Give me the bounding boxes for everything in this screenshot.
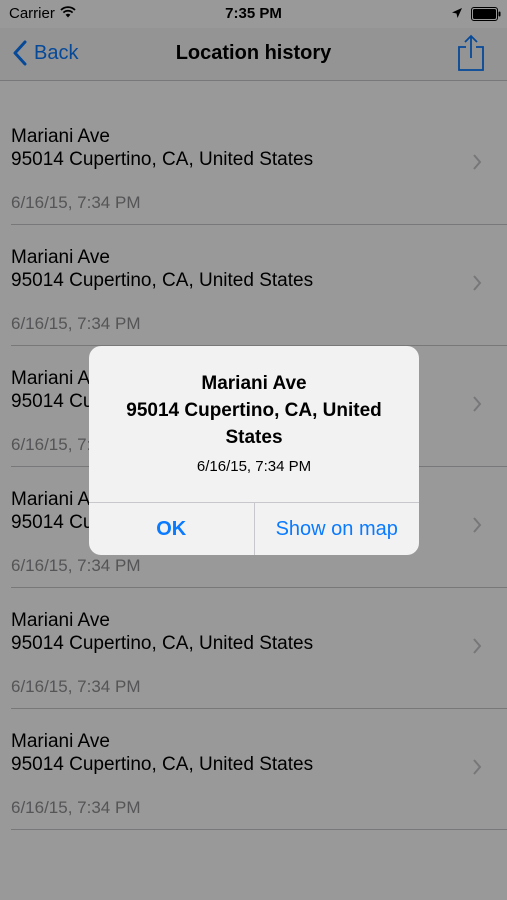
alert-title: Mariani Ave 95014 Cupertino, CA, United … (107, 370, 401, 451)
screen: Carrier 7:35 PM Back Location history Ma… (0, 0, 507, 900)
alert-title-city: 95014 Cupertino, CA, United (126, 400, 382, 421)
location-alert-dialog: Mariani Ave 95014 Cupertino, CA, United … (89, 346, 419, 555)
show-on-map-button[interactable]: Show on map (255, 503, 420, 555)
ok-button[interactable]: OK (89, 503, 255, 555)
alert-message: 6/16/15, 7:34 PM (196, 458, 312, 475)
alert-title-country: States (225, 427, 283, 448)
alert-title-street: Mariani Ave (201, 373, 307, 394)
alert-button-row: OK Show on map (89, 502, 419, 555)
